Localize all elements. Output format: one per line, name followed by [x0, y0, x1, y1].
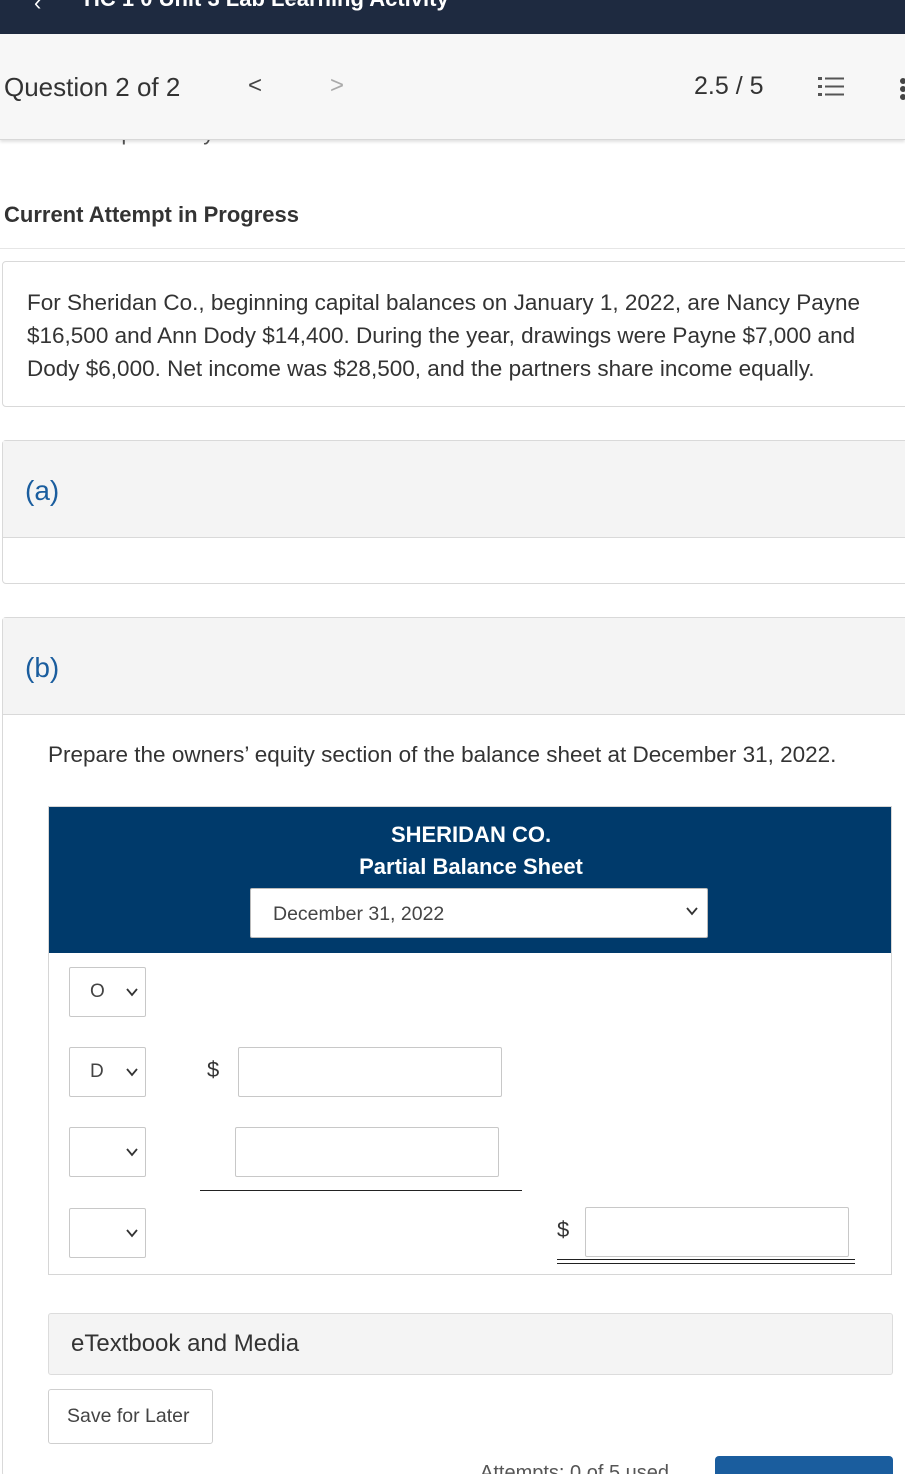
account-select-4[interactable]	[69, 1208, 146, 1258]
assignment-title: HC 1 0 Unit 3 Lab Learning Activity	[84, 0, 449, 12]
chevron-down-icon	[126, 988, 138, 997]
chevron-right-icon	[126, 1148, 138, 1157]
current-attempt-heading: Current Attempt in Progress	[4, 202, 300, 227]
statement-title: Partial Balance Sheet	[359, 854, 583, 879]
amount-input-1[interactable]	[238, 1047, 502, 1097]
attempts-counter: Attempts: 0 of 5 used	[480, 1462, 669, 1474]
problem-text: For Sheridan Co., beginning capital bala…	[27, 290, 861, 381]
next-question-button[interactable]: >	[330, 72, 344, 100]
date-select-value: December 31, 2022	[273, 903, 445, 925]
part-b-header[interactable]: (b)	[3, 618, 905, 715]
total-amount-input[interactable]	[585, 1207, 849, 1257]
more-options-icon[interactable]	[897, 78, 905, 100]
part-b-label: (b)	[25, 652, 60, 683]
top-app-bar: ‹ HC 1 0 Unit 3 Lab Learning Activity	[0, 0, 905, 34]
currency-symbol: $	[557, 1217, 570, 1242]
account-select-3[interactable]	[69, 1127, 146, 1177]
account-select-1-value: O	[90, 981, 105, 1002]
divider	[0, 248, 905, 249]
balance-sheet-header: SHERIDAN CO. Partial Balance Sheet Decem…	[49, 807, 891, 953]
account-select-2[interactable]: D	[69, 1047, 146, 1097]
etextbook-media-panel[interactable]: eTextbook and Media	[48, 1313, 893, 1375]
date-select[interactable]: December 31, 2022	[250, 888, 708, 938]
question-counter: Question 2 of 2	[4, 72, 181, 102]
score-display: 2.5 / 5	[694, 72, 764, 100]
chevron-down-icon	[126, 1068, 138, 1077]
part-a-panel: (a)	[2, 440, 905, 584]
previous-question-button[interactable]: <	[248, 72, 262, 100]
company-name: SHERIDAN CO.	[390, 822, 552, 847]
total-double-rule-bottom	[557, 1263, 855, 1264]
account-select-2-value: D	[90, 1061, 104, 1082]
account-select-1[interactable]: O	[69, 967, 146, 1017]
question-list-icon[interactable]	[818, 76, 844, 98]
subtotal-rule	[200, 1190, 522, 1191]
save-for-later-button[interactable]: Save for Later	[48, 1389, 213, 1444]
chevron-down-icon	[126, 1229, 138, 1238]
chevron-down-icon	[686, 907, 698, 916]
etextbook-media-label: eTextbook and Media	[71, 1330, 300, 1357]
currency-symbol: $	[207, 1057, 220, 1082]
amount-input-2[interactable]	[235, 1127, 499, 1177]
submit-answer-button[interactable]	[715, 1456, 893, 1474]
total-double-rule-top	[557, 1259, 855, 1260]
back-chevron-icon[interactable]: ‹	[34, 0, 41, 16]
part-a-header[interactable]: (a)	[3, 441, 905, 538]
balance-sheet-form: SHERIDAN CO. Partial Balance Sheet Decem…	[48, 806, 892, 1275]
problem-statement-card: For Sheridan Co., beginning capital bala…	[2, 261, 905, 407]
part-a-label: (a)	[25, 475, 60, 506]
question-nav-bar: Question 2 of 2 < > 2.5 / 5	[0, 34, 905, 140]
part-b-instruction: Prepare the owners’ equity section of th…	[48, 742, 837, 767]
